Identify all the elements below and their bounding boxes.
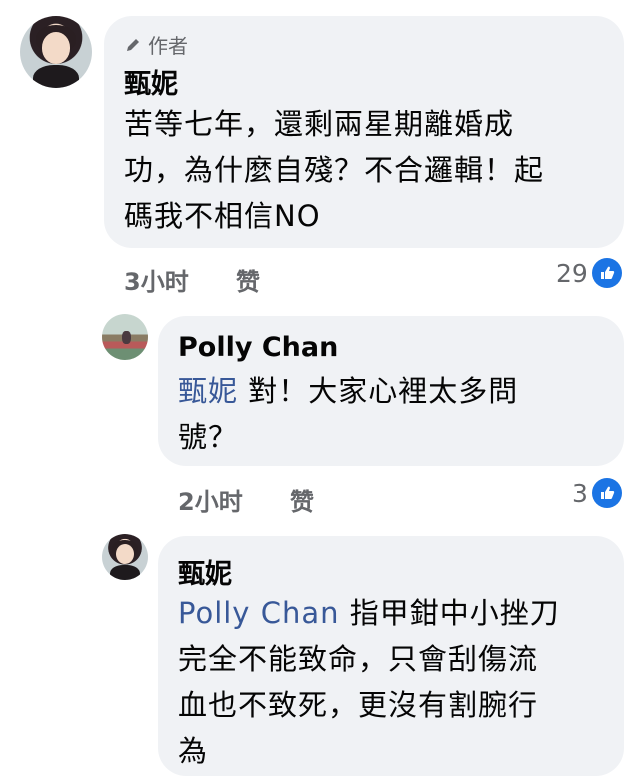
reply-line: 為 — [178, 734, 209, 768]
avatar-face — [41, 31, 71, 64]
reply-line: 完全不能致命，只會刮傷流 — [178, 642, 539, 676]
comment-text: 苦等七年，還剩兩星期離婚成 功，為什麼自殘？不合邏輯！起 碼我不相信NO — [124, 101, 544, 239]
reply-line: 甄妮 對！大家心裡太多問 — [178, 368, 518, 414]
reaction-count-value: 3 — [572, 478, 588, 508]
avatar-jenny[interactable] — [102, 534, 148, 580]
avatar-polly[interactable] — [102, 314, 148, 360]
avatar-dress — [32, 64, 80, 88]
comment-line: 功，為什麼自殘？不合邏輯！起 — [124, 153, 545, 187]
comment-line: 碼我不相信NO — [124, 199, 321, 233]
thumbs-up-icon — [591, 258, 622, 288]
like-button[interactable]: 赞 — [236, 262, 260, 297]
reaction-count-value: 29 — [556, 258, 588, 288]
like-button[interactable]: 赞 — [290, 482, 314, 517]
reaction-count[interactable]: 3 — [572, 478, 622, 508]
reaction-count[interactable]: 29 — [556, 258, 622, 288]
reply-line: 號？ — [178, 420, 239, 454]
reply-author-name[interactable]: Polly Chan — [178, 332, 338, 363]
reply-author-name[interactable]: 甄妮 — [178, 552, 232, 591]
comment-line: 苦等七年，還剩兩星期離婚成 — [124, 107, 515, 141]
pencil-icon — [127, 38, 139, 51]
reply-text: 甄妮 對！大家心裡太多問 號？ — [178, 368, 518, 460]
thumbs-up-icon — [591, 478, 622, 508]
reply-line: 血也不致死，更沒有割腕行 — [178, 688, 539, 722]
comment-author-name[interactable]: 甄妮 — [124, 62, 178, 101]
avatar-jenny[interactable] — [20, 16, 92, 88]
reply-text: Polly Chan 指甲鉗中小挫刀 完全不能致命，只會刮傷流 血也不致死，更沒… — [178, 590, 560, 774]
comment-time[interactable]: 3小时 — [124, 262, 189, 297]
reply-line: Polly Chan 指甲鉗中小挫刀 — [178, 590, 560, 636]
avatar-figure — [122, 330, 131, 345]
avatar-face — [115, 544, 135, 565]
author-badge-label: 作者 — [148, 34, 188, 58]
reply-line-text: 對！大家心裡太多問 — [248, 374, 519, 408]
reply-time[interactable]: 2小时 — [178, 482, 243, 517]
mention-link[interactable]: Polly Chan — [178, 596, 339, 630]
reply-line-text: 指甲鉗中小挫刀 — [349, 596, 560, 630]
mention-link[interactable]: 甄妮 — [178, 374, 238, 408]
avatar-dress — [110, 565, 140, 580]
author-badge: 作者 — [124, 30, 188, 59]
